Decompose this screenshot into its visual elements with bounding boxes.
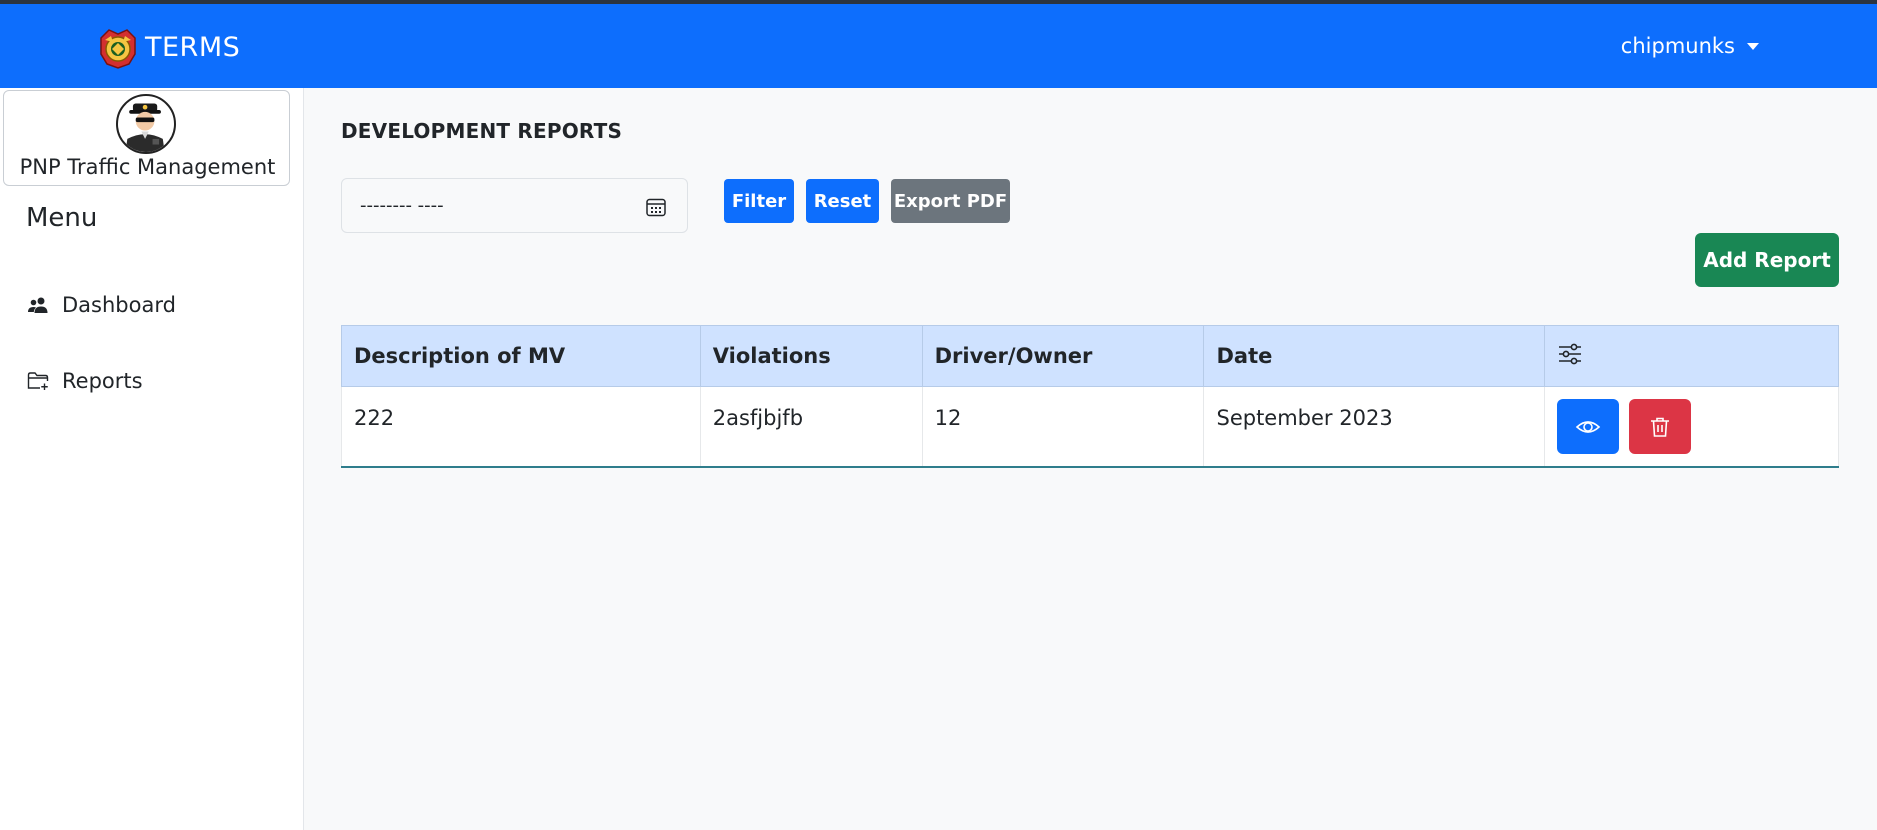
column-header-violations: Violations [699, 325, 923, 387]
sidebar-item-label: Reports [62, 369, 143, 393]
user-dropdown[interactable]: chipmunks [1621, 34, 1759, 58]
profile-name: PNP Traffic Management [19, 155, 276, 179]
reports-table: Description of MV Violations Driver/Owne… [341, 325, 1839, 468]
eye-icon [1576, 420, 1601, 433]
cell-driver-owner: 12 [921, 386, 1205, 468]
table-row: 222 2asfjbjfb 12 September 2023 [341, 386, 1839, 468]
sidebar-item-reports[interactable]: Reports [26, 369, 143, 393]
month-input[interactable]: -------- ---- [341, 178, 688, 233]
trash-icon [1651, 417, 1670, 437]
app-name: TERMS [145, 31, 241, 63]
folder-plus-icon [27, 372, 49, 390]
view-button[interactable] [1557, 399, 1620, 454]
reset-button[interactable]: Reset [806, 179, 879, 223]
filter-button[interactable]: Filter [724, 179, 794, 223]
column-header-date: Date [1203, 325, 1546, 387]
people-icon [28, 297, 48, 313]
cell-date: September 2023 [1203, 386, 1546, 468]
sliders-icon[interactable] [1557, 341, 1583, 367]
table-header-row: Description of MV Violations Driver/Owne… [341, 325, 1839, 387]
add-report-button[interactable]: Add Report [1695, 233, 1839, 287]
column-header-driver-owner: Driver/Owner [921, 325, 1205, 387]
cell-description: 222 [341, 386, 701, 468]
brand[interactable]: TERMS [95, 24, 240, 70]
delete-button[interactable] [1629, 399, 1692, 454]
sidebar: PNP Traffic Management Menu Dashboard Re… [0, 88, 304, 830]
username: chipmunks [1620, 34, 1735, 58]
cell-violations: 2asfjbjfb [699, 386, 923, 468]
police-officer-icon [125, 103, 165, 152]
month-input-value: -------- ---- [360, 195, 444, 216]
column-header-actions [1544, 325, 1839, 387]
sidebar-item-dashboard[interactable]: Dashboard [26, 293, 176, 317]
column-header-description: Description of MV [341, 325, 701, 387]
page-title: DEVELOPMENT REPORTS [341, 119, 623, 143]
top-navbar: TERMS chipmunks [0, 4, 1877, 88]
export-pdf-button[interactable]: Export PDF [891, 179, 1010, 223]
pnp-logo-icon [100, 29, 136, 69]
avatar [116, 94, 176, 154]
profile-card: PNP Traffic Management [3, 90, 290, 186]
sidebar-item-label: Dashboard [62, 293, 176, 317]
calendar-icon[interactable] [645, 196, 667, 218]
caret-down-icon [1747, 42, 1759, 50]
menu-title: Menu [26, 203, 98, 233]
cell-actions [1544, 386, 1839, 468]
